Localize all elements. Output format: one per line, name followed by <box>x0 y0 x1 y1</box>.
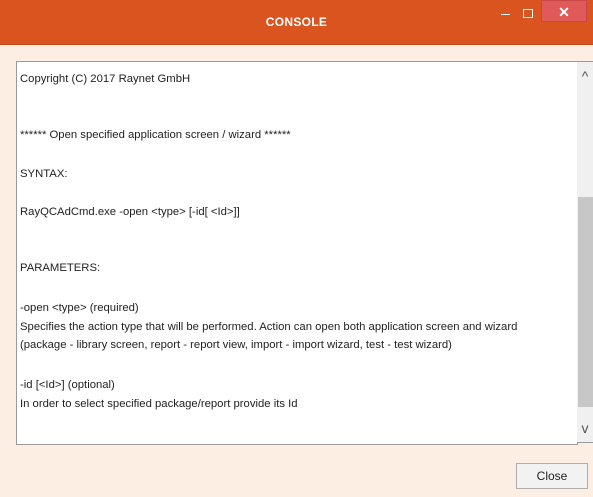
scroll-up-arrow-icon[interactable]: ^ <box>577 68 593 84</box>
console-line: In order to select specified package/rep… <box>20 398 298 410</box>
console-text-area: Copyright (C) 2017 Raynet GmbH ****** Op… <box>17 62 577 444</box>
console-line: ****** Open specified application screen… <box>20 129 291 141</box>
vertical-scrollbar[interactable]: ^ v <box>577 61 593 443</box>
console-line: PARAMETERS: <box>20 262 101 274</box>
window-close-button[interactable]: ✕ <box>541 0 587 22</box>
console-line: SYNTAX: <box>20 168 68 180</box>
console-window: CONSOLE ✕ Copyright (C) 2017 Raynet GmbH… <box>0 0 593 497</box>
console-line: -open <type> (required) <box>20 302 139 314</box>
console-output[interactable]: Copyright (C) 2017 Raynet GmbH ****** Op… <box>16 61 578 445</box>
console-line: -id [<Id>] (optional) <box>20 379 115 391</box>
scrollbar-thumb[interactable] <box>578 197 593 407</box>
console-line: Copyright (C) 2017 Raynet GmbH <box>20 73 191 85</box>
console-line: RayQCAdCmd.exe -open <type> [-id[ <Id>]] <box>20 206 240 218</box>
close-icon: ✕ <box>558 4 570 20</box>
maximize-icon <box>523 9 533 19</box>
title-bar[interactable]: CONSOLE ✕ <box>0 0 593 45</box>
maximize-button[interactable] <box>517 0 539 28</box>
console-line: (package - library screen, report - repo… <box>20 339 452 351</box>
close-button[interactable]: Close <box>516 463 588 489</box>
minimize-button[interactable] <box>494 0 516 28</box>
minimize-icon <box>500 14 510 16</box>
scroll-down-arrow-icon[interactable]: v <box>577 420 593 436</box>
console-line: Specifies the action type that will be p… <box>20 321 518 333</box>
